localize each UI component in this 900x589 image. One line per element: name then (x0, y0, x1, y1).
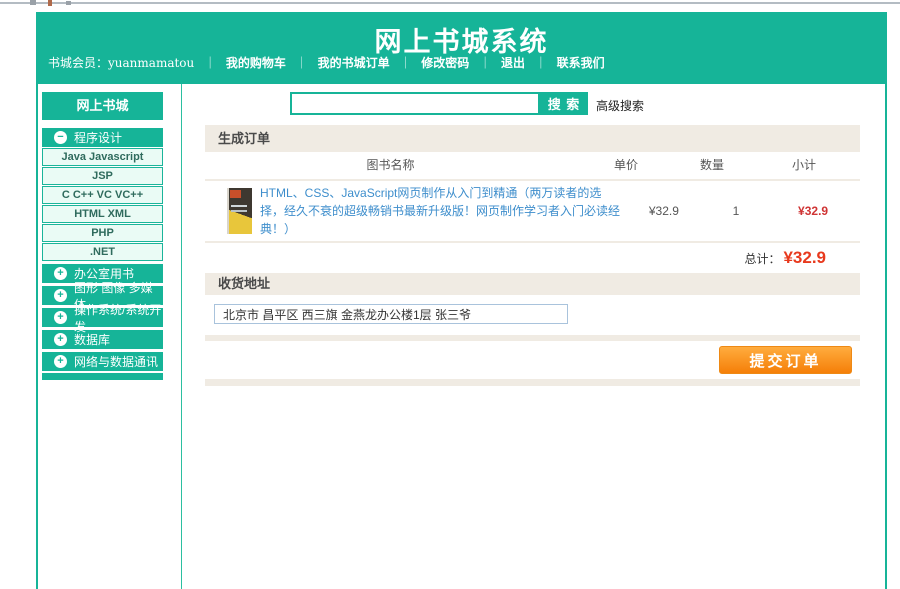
column-header-quantity: 数量 (676, 152, 748, 179)
page-frame-left (36, 12, 38, 589)
advanced-search-link[interactable]: 高级搜索 (596, 97, 644, 114)
nav-separator: ｜ (479, 56, 491, 70)
expand-plus-icon: + (54, 267, 67, 280)
address-row (205, 295, 860, 335)
total-label: 总计： (744, 250, 780, 267)
subtotal-value: ¥32.9 (766, 204, 860, 218)
category-label: 操作系统/系统开发 (74, 301, 163, 335)
header-band: 网上书城系统 书城会员：yuanmamatou ｜ 我的购物车 ｜ 我的书城订单… (36, 12, 887, 84)
sidebar-item-dotnet[interactable]: .NET (42, 243, 163, 261)
nav-separator: ｜ (204, 56, 216, 70)
category-sidebar: 网上书城 − 程序设计 Java Javascript JSP C C++ VC… (42, 92, 163, 380)
column-header-book-name: 图书名称 (205, 152, 576, 179)
address-input[interactable] (214, 304, 568, 324)
screen-artifact (48, 0, 52, 6)
sidebar-category-os-development[interactable]: + 操作系统/系统开发 (42, 308, 163, 327)
total-value: ¥32.9 (783, 248, 826, 268)
nav-contact-link[interactable]: 联系我们 (557, 56, 605, 70)
nav-separator: ｜ (296, 56, 308, 70)
column-header-unit-price: 单价 (576, 152, 676, 179)
content-divider (181, 84, 182, 589)
browser-edge-artifact (0, 2, 900, 4)
sidebar-item-java-javascript[interactable]: Java Javascript (42, 148, 163, 166)
submit-order-button[interactable]: 提交订单 (719, 346, 852, 374)
book-title-link[interactable]: HTML、CSS、JavaScript网页制作从入门到精通（两万读者的选择，经久… (260, 184, 622, 238)
category-label: 数据库 (74, 331, 110, 348)
sidebar-footer-strip (42, 373, 163, 380)
screen-artifact (66, 1, 71, 5)
expand-plus-icon: + (54, 289, 67, 302)
column-header-subtotal: 小计 (748, 152, 860, 179)
member-nav: 书城会员：yuanmamatou ｜ 我的购物车 ｜ 我的书城订单 ｜ 修改密码… (48, 54, 605, 71)
book-name-cell: HTML、CSS、JavaScript网页制作从入门到精通（两万读者的选择，经久… (205, 181, 622, 241)
expand-plus-icon: + (54, 333, 67, 346)
order-item-row: HTML、CSS、JavaScript网页制作从入门到精通（两万读者的选择，经久… (205, 181, 860, 241)
sidebar-title: 网上书城 (42, 92, 163, 120)
category-label: 程序设计 (74, 129, 122, 146)
expand-plus-icon: + (54, 355, 67, 368)
order-table-header: 图书名称 单价 数量 小计 (205, 152, 860, 179)
bookstore-page: 网上书城系统 书城会员：yuanmamatou ｜ 我的购物车 ｜ 我的书城订单… (0, 0, 900, 589)
nav-password-link[interactable]: 修改密码 (421, 56, 469, 70)
nav-logout-link[interactable]: 退出 (501, 56, 525, 70)
order-section-title: 生成订单 (205, 125, 860, 152)
unit-price-value: ¥32.9 (622, 204, 706, 218)
sidebar-item-php[interactable]: PHP (42, 224, 163, 242)
sidebar-item-html-xml[interactable]: HTML XML (42, 205, 163, 223)
collapse-minus-icon: − (54, 131, 67, 144)
quantity-value: 1 (706, 204, 766, 218)
book-thumbnail (227, 188, 252, 234)
expand-plus-icon: + (54, 311, 67, 324)
sidebar-item-c-cpp[interactable]: C C++ VC VC++ (42, 186, 163, 204)
screen-artifact (30, 0, 36, 5)
sidebar-item-jsp[interactable]: JSP (42, 167, 163, 185)
search-input[interactable] (290, 92, 540, 115)
nav-separator: ｜ (399, 56, 411, 70)
search-button[interactable]: 搜 索 (540, 92, 588, 115)
nav-orders-link[interactable]: 我的书城订单 (318, 56, 390, 70)
nav-separator: ｜ (535, 56, 547, 70)
sidebar-category-network[interactable]: + 网络与数据通讯 (42, 352, 163, 371)
nav-cart-link[interactable]: 我的购物车 (226, 56, 286, 70)
address-section-title: 收货地址 (205, 273, 860, 295)
order-panel: 生成订单 图书名称 单价 数量 小计 HTML、CSS、JavaScript网页… (205, 125, 860, 386)
sidebar-category-programming[interactable]: − 程序设计 (42, 128, 163, 147)
submit-row: 提交订单 (205, 341, 860, 379)
page-frame-right (885, 12, 887, 589)
category-label: 网络与数据通讯 (74, 353, 158, 370)
member-label: 书城会员： (48, 56, 108, 70)
member-name: yuanmamatou (108, 56, 194, 70)
order-total-row: 总计： ¥32.9 (205, 243, 860, 273)
